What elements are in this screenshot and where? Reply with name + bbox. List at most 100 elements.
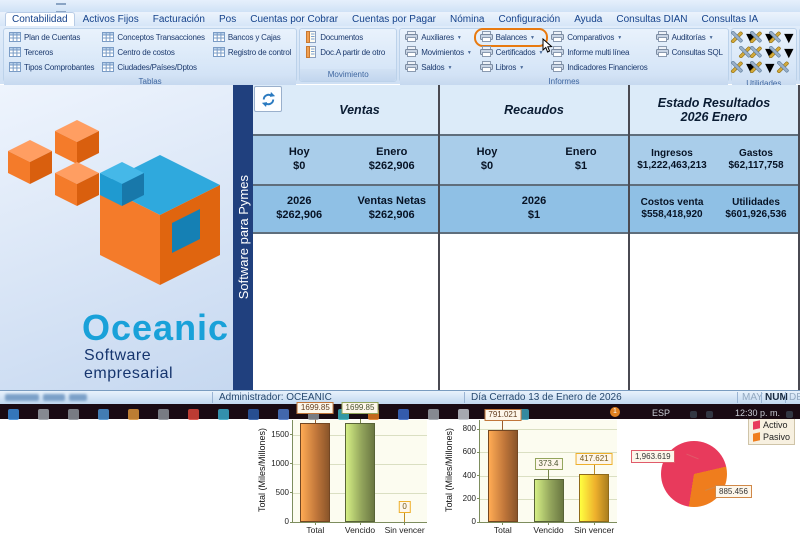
app-icon[interactable] <box>98 409 109 420</box>
app-icon[interactable] <box>278 409 289 420</box>
ribbon-group-movimiento: DocumentosDoc.A partir de otroMovimiento <box>299 28 397 82</box>
chevron-down-icon[interactable]: ▼ <box>519 65 524 71</box>
legend-marker-icon <box>753 432 760 441</box>
ribbon-column: Documentos Doc.A partir de otro <box>303 31 387 67</box>
charts-row: Cuentas por CobrarTotal (Miles/Millones)… <box>253 234 800 390</box>
bar-value-label: 791.021 <box>484 409 521 421</box>
y-tick-label: 0 <box>261 517 289 526</box>
tab-cuentas-por-cobrar[interactable]: Cuentas por Cobrar <box>244 13 344 26</box>
vertical-banner: Software para Pymes <box>233 85 253 390</box>
folder-icon[interactable] <box>128 409 139 420</box>
taskbar-language[interactable]: ESP <box>652 408 670 418</box>
panel-header-row: Ventas Recaudos Estado Resultados 2026 E… <box>253 85 800 136</box>
app-icon[interactable] <box>398 409 409 420</box>
tools-icon <box>749 60 762 78</box>
ribbon-item-label: Comparativos <box>567 33 614 42</box>
printer-icon <box>405 61 418 74</box>
ribbon-item-comparativos[interactable]: Comparativos▼ <box>549 31 649 44</box>
chevron-down-icon[interactable]: ▼ <box>530 35 535 41</box>
oceanic-logo <box>0 93 233 303</box>
y-tick-mark <box>290 492 293 493</box>
ribbon-item-informe-multi-l-nea[interactable]: Informe multi línea <box>549 46 649 59</box>
column-divider <box>438 85 440 390</box>
browser-icon[interactable] <box>218 409 229 420</box>
ribbon-item-conceptos-transacciones[interactable]: Conceptos Transacciones <box>100 31 206 44</box>
ribbon-item-tipos-comprobantes[interactable]: Tipos Comprobantes <box>7 61 96 74</box>
start-icon[interactable] <box>8 409 19 420</box>
pie-slice-label-pasivo: 885.456 <box>715 485 752 498</box>
whisker <box>404 513 405 522</box>
tab-consultas-dian[interactable]: Consultas DIAN <box>610 13 693 26</box>
bar-vencido <box>534 479 564 522</box>
ribbon-item-indicadores-financieros[interactable]: Indicadores Financieros <box>549 61 649 74</box>
table-icon <box>9 61 21 75</box>
ribbon-item-registro-de-control[interactable]: Registro de control <box>211 46 293 59</box>
ribbon-item-plan-de-cuentas[interactable]: Plan de Cuentas <box>7 31 96 44</box>
ribbon-item-documentos[interactable]: Documentos <box>303 31 387 44</box>
ribbon-column: Auxiliares▼Movimientos▼Saldos▼ <box>403 31 473 74</box>
ribbon-group-informes: Auxiliares▼Movimientos▼Saldos▼Balances▼C… <box>399 28 729 82</box>
legend-label: Pasivo <box>763 432 790 442</box>
tab-cuentas-por-pagar[interactable]: Cuentas por Pagar <box>346 13 442 26</box>
tab-pos[interactable]: Pos <box>213 13 242 26</box>
tab-activos-fijos[interactable]: Activos Fijos <box>77 13 145 26</box>
tab-ayuda[interactable]: Ayuda <box>568 13 608 26</box>
tray-icon[interactable] <box>706 411 713 418</box>
search-icon[interactable] <box>38 409 49 420</box>
table-icon <box>213 46 225 60</box>
word-icon[interactable] <box>248 409 259 420</box>
panel-row-2: 2026$262,906 Ventas Netas$262,906 2026$1… <box>253 186 800 234</box>
ribbon-item-ciudades-pa-ses-dptos[interactable]: Ciudades/Países/Dptos <box>100 61 206 74</box>
ribbon-item-balances[interactable]: Balances▼ <box>478 31 546 44</box>
ribbon-item-libros[interactable]: Libros▼ <box>478 61 546 74</box>
app-icon[interactable] <box>68 409 79 420</box>
ribbon-item-movimientos[interactable]: Movimientos▼ <box>403 46 473 59</box>
app-icon[interactable] <box>458 409 469 420</box>
ribbon-group-body: Auxiliares▼Movimientos▼Saldos▼Balances▼C… <box>400 29 728 76</box>
utility-tool-button[interactable]: ▼ <box>749 60 778 78</box>
utility-tool-button[interactable] <box>776 60 789 78</box>
plot-area: 0200400600800791.021Total373.4Vencido417… <box>479 420 617 523</box>
ribbon-item-auditor-as[interactable]: Auditorías▼ <box>654 31 725 44</box>
ribbon-item-bancos-y-cajas[interactable]: Bancos y Cajas <box>211 31 293 44</box>
table-icon <box>102 31 114 45</box>
tab-consultas-ia[interactable]: Consultas IA <box>696 13 765 26</box>
ribbon-item-label: Ciudades/Países/Dptos <box>117 63 196 72</box>
mail-icon[interactable] <box>188 409 199 420</box>
tab-n-mina[interactable]: Nómina <box>444 13 490 26</box>
status-divider <box>737 392 738 403</box>
tools-icon <box>776 60 789 78</box>
tray-icon[interactable] <box>690 411 697 418</box>
tab-label: Consultas IA <box>702 14 759 25</box>
tools-icon <box>730 60 743 78</box>
chevron-down-icon[interactable]: ▼ <box>447 65 452 71</box>
chevron-down-icon[interactable]: ▼ <box>617 35 622 41</box>
ribbon-item-label: Conceptos Transacciones <box>117 33 204 42</box>
ribbon-item-certificados[interactable]: Certificados▼ <box>478 46 546 59</box>
windows-taskbar[interactable]: 1 ESP 12:30 p. m. <box>0 404 800 419</box>
chevron-down-icon[interactable]: ▼ <box>457 35 462 41</box>
chevron-down-icon[interactable]: ▼ <box>709 35 714 41</box>
refresh-button[interactable] <box>254 86 282 112</box>
tab-configuraci-n[interactable]: Configuración <box>492 13 566 26</box>
x-category-label: Total <box>306 525 324 535</box>
ribbon-item-auxiliares[interactable]: Auxiliares▼ <box>403 31 473 44</box>
ribbon-item-consultas-sql[interactable]: Consultas SQL <box>654 46 725 59</box>
ribbon-item-doc-a-partir-de-otro[interactable]: Doc.A partir de otro <box>303 46 387 59</box>
ribbon-item-label: Movimientos <box>421 48 464 57</box>
app-icon[interactable] <box>158 409 169 420</box>
ribbon-item-centro-de-costos[interactable]: Centro de costos <box>100 46 206 59</box>
tab-label: Nómina <box>450 14 484 25</box>
stat-recaudos-enero: Enero$1 <box>534 136 628 184</box>
ribbon-item-saldos[interactable]: Saldos▼ <box>403 61 473 74</box>
tray-icon[interactable] <box>786 411 793 418</box>
taskbar-clock[interactable]: 12:30 p. m. <box>735 408 780 418</box>
tab-contabilidad[interactable]: Contabilidad <box>5 12 75 26</box>
chevron-down-icon[interactable]: ▼ <box>467 50 472 56</box>
y-tick-label: 200 <box>448 494 476 503</box>
tab-facturaci-n[interactable]: Facturación <box>147 13 211 26</box>
app-icon[interactable] <box>428 409 439 420</box>
ribbon-item-terceros[interactable]: Terceros <box>7 46 96 59</box>
status-bar: Administrador: OCEANIC Día Cerrado 13 de… <box>0 390 800 404</box>
y-tick-label: 400 <box>448 471 476 480</box>
